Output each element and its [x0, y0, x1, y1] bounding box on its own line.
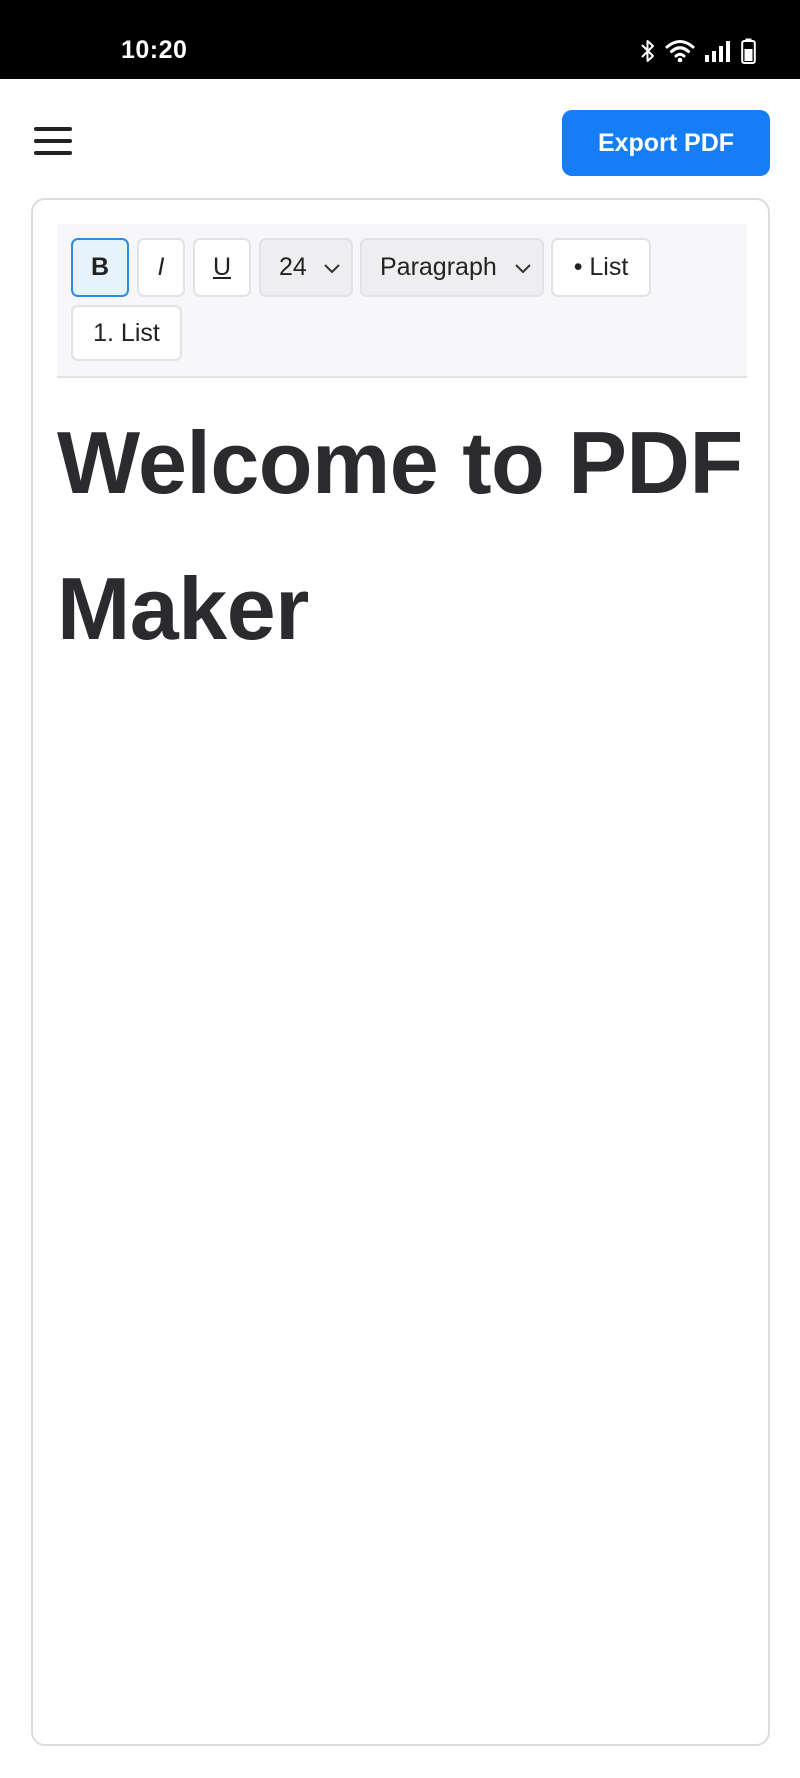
battery-icon — [741, 38, 756, 64]
underline-button[interactable]: U — [193, 238, 251, 297]
signal-icon — [705, 41, 730, 62]
chevron-down-icon — [515, 264, 531, 274]
document-content[interactable]: Welcome to PDF Maker — [57, 390, 747, 682]
bold-button[interactable]: B — [71, 238, 129, 297]
block-format-value: Paragraph — [380, 253, 497, 281]
font-size-select[interactable]: 24 — [259, 238, 353, 297]
app-header: Export PDF — [0, 79, 800, 198]
italic-button[interactable]: I — [137, 238, 185, 297]
hamburger-menu-icon[interactable] — [34, 127, 72, 155]
editor-card: B I U 24 Paragraph • List 1. List Welcom… — [31, 198, 770, 1746]
status-time: 10:20 — [121, 36, 188, 64]
document-heading[interactable]: Welcome to PDF Maker — [57, 390, 747, 682]
status-icons — [640, 36, 756, 66]
block-format-select[interactable]: Paragraph — [360, 238, 544, 297]
status-bar: 10:20 — [0, 0, 800, 79]
wifi-icon — [665, 40, 695, 63]
bluetooth-icon — [641, 40, 654, 62]
formatting-toolbar: B I U 24 Paragraph • List 1. List — [57, 224, 747, 378]
export-pdf-button[interactable]: Export PDF — [562, 110, 770, 176]
chevron-down-icon — [324, 264, 340, 274]
numbered-list-button[interactable]: 1. List — [71, 305, 182, 361]
font-size-value: 24 — [279, 253, 307, 281]
bullet-list-button[interactable]: • List — [551, 238, 651, 297]
